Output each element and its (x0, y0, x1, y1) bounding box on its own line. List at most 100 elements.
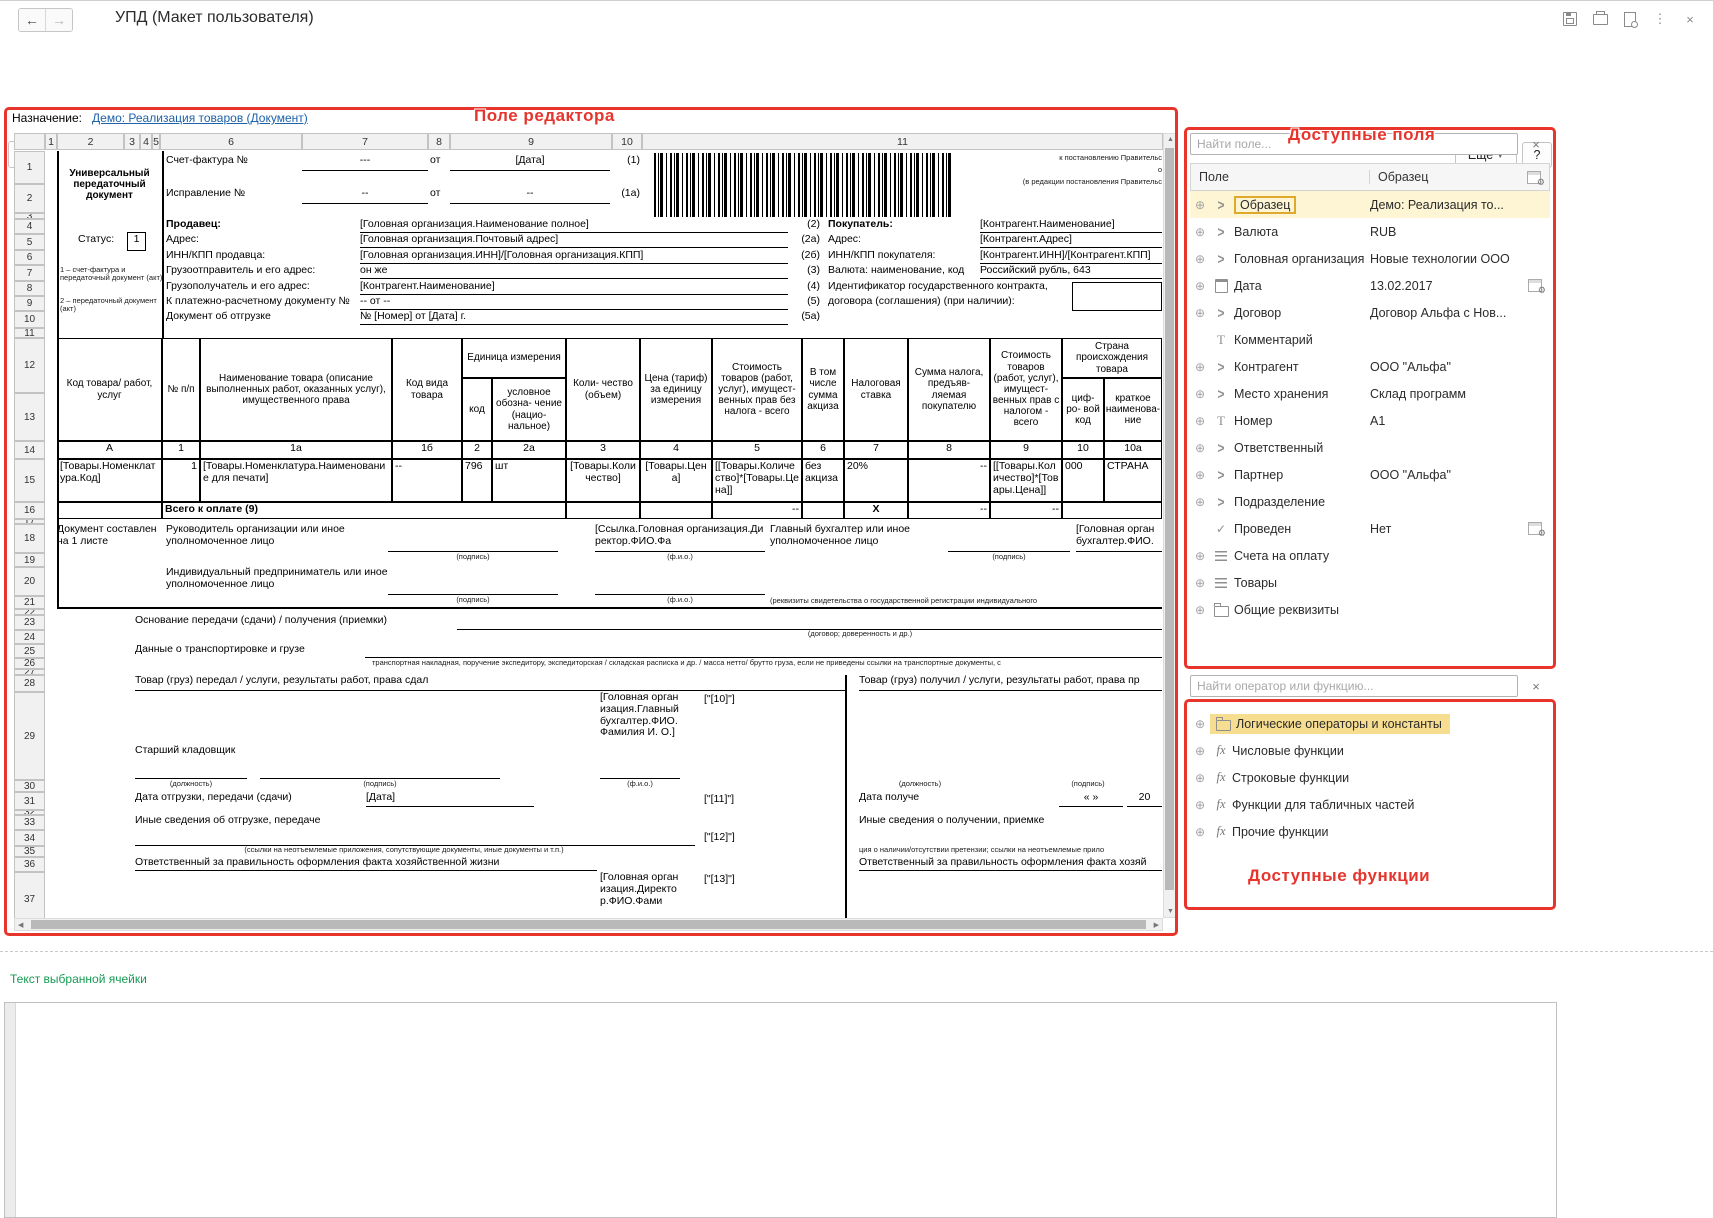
expand-icon[interactable]: ⊕ (1190, 495, 1210, 509)
editor-cell[interactable]: [Дата] (366, 792, 534, 807)
editor-cell[interactable]: [Товары.Количество] (566, 459, 640, 502)
field-row[interactable]: ⊕>ПартнерООО "Альфа" (1190, 461, 1550, 488)
editor-cell[interactable]: (подпись) (1014, 780, 1162, 791)
row-header[interactable]: 29 (14, 692, 45, 780)
row-header[interactable]: 14 (14, 441, 45, 459)
editor-cell[interactable]: о (960, 166, 1162, 177)
expand-icon[interactable]: ⊕ (1190, 798, 1210, 812)
editor-cell[interactable] (802, 502, 844, 519)
spreadsheet-editor[interactable]: 1234567891011123456789101112131415161718… (14, 133, 1163, 926)
expand-icon[interactable]: ⊕ (1190, 771, 1210, 785)
row-header[interactable]: 4 (14, 219, 45, 234)
fields-column-sample[interactable]: Образец (1369, 170, 1519, 184)
column-header[interactable]: 7 (302, 133, 428, 150)
editor-cell[interactable]: (ссылки на неотъемлемые приложения, сопу… (154, 846, 654, 857)
editor-cell[interactable] (457, 615, 1162, 630)
field-row[interactable]: ⊕Товары (1190, 569, 1550, 596)
editor-cell[interactable]: -- (450, 188, 610, 204)
field-settings-icon[interactable] (1528, 522, 1542, 535)
row-header[interactable]: 30 (14, 780, 45, 792)
editor-cell[interactable]: 1 (127, 232, 146, 251)
editor-cell[interactable]: (ф.и.о.) (595, 596, 765, 607)
editor-cell[interactable]: 10 (1062, 441, 1104, 459)
fields-column-field[interactable]: Поле (1191, 170, 1369, 184)
hscroll-thumb[interactable] (31, 920, 1146, 929)
row-header[interactable]: 8 (14, 281, 45, 296)
editor-cell[interactable]: Продавец: (166, 219, 356, 233)
editor-cell[interactable] (365, 644, 1162, 658)
expand-icon[interactable]: ⊕ (1190, 306, 1210, 320)
column-header[interactable]: 9 (450, 133, 612, 150)
editor-cell[interactable]: [Головная организация.ИНН]/[Головная орг… (360, 250, 788, 264)
row-header[interactable]: 6 (14, 250, 45, 265)
editor-cell[interactable]: СТРАНА (1104, 459, 1162, 502)
close-icon[interactable]: × (1681, 11, 1699, 27)
editor-cell[interactable]: 7 (844, 441, 908, 459)
editor-cell[interactable] (654, 153, 954, 217)
editor-cell[interactable]: 20 (1127, 792, 1162, 807)
editor-cell[interactable]: Товар (груз) передал / услуги, результат… (135, 675, 845, 691)
editor-cell[interactable] (57, 502, 162, 519)
function-search-input[interactable] (1190, 675, 1518, 697)
editor-cell[interactable]: Покупатель: (828, 219, 978, 233)
editor-cell[interactable]: (подпись) (948, 553, 1070, 564)
field-row[interactable]: ⊕>Ответственный (1190, 434, 1550, 461)
field-row[interactable]: ⊕>ОбразецДемо: Реализация то... (1190, 191, 1550, 218)
editor-cell[interactable]: Дата получе (859, 792, 971, 807)
editor-cell[interactable]: 1 – счет-фактура и передаточный документ… (60, 266, 163, 296)
field-row[interactable]: ⊕Дата13.02.2017 (1190, 272, 1550, 299)
row-header[interactable]: 9 (14, 296, 45, 311)
field-row[interactable]: ⊕Счета на оплату (1190, 542, 1550, 569)
editor-cell[interactable]: Валюта: наименование, код (828, 265, 978, 279)
editor-cell[interactable]: (подпись) (388, 596, 558, 607)
editor-cell[interactable]: В том числе сумма акциза (802, 338, 844, 441)
editor-cell[interactable]: [Товары.Цена] (640, 459, 712, 502)
editor-cell[interactable]: Иные сведения о получении, приемке (859, 815, 1119, 829)
editor-cell[interactable] (595, 581, 765, 595)
table-settings-icon[interactable] (1527, 171, 1541, 184)
row-header[interactable]: 10 (14, 311, 45, 328)
editor-cell[interactable]: [Контрагент.ИНН]/[Контрагент.КПП] (980, 250, 1162, 264)
row-header[interactable]: 2 (14, 184, 45, 213)
editor-cell[interactable]: Грузополучатель и его адрес: (166, 281, 356, 295)
editor-cell[interactable]: (4) (792, 281, 820, 295)
column-header[interactable]: 6 (160, 133, 302, 150)
expand-icon[interactable]: ⊕ (1190, 225, 1210, 239)
editor-cell[interactable] (640, 502, 712, 519)
editor-cell[interactable]: (должность) (859, 780, 981, 791)
function-row[interactable]: ⊕fxФункции для табличных частей (1190, 791, 1550, 818)
expand-icon[interactable]: ⊕ (1190, 360, 1210, 374)
row-header[interactable]: 34 (14, 830, 45, 846)
editor-cell[interactable]: [[Товары.Количество]*[Товары.Цена]] (990, 459, 1062, 502)
row-header[interactable]: 24 (14, 630, 45, 644)
editor-cell[interactable]: ["[11]"] (704, 794, 762, 807)
editor-cell[interactable]: 6 (802, 441, 844, 459)
editor-cell[interactable]: [Контрагент.Наименование] (980, 219, 1162, 233)
editor-cell[interactable]: 4 (640, 441, 712, 459)
field-row[interactable]: ⊕>Головная организацияНовые технологии О… (1190, 245, 1550, 272)
editor-cell[interactable]: « » (1059, 792, 1123, 807)
editor-cell[interactable]: -- (990, 502, 1062, 519)
editor-cell[interactable] (57, 607, 1162, 609)
expand-icon[interactable]: ⊕ (1190, 468, 1210, 482)
editor-cell[interactable]: ИНН/КПП продавца: (166, 250, 356, 264)
editor-cell[interactable]: код (462, 378, 492, 441)
row-header[interactable]: 18 (14, 524, 45, 553)
editor-cell[interactable]: Адрес: (166, 234, 356, 248)
function-row[interactable]: ⊕fxСтроковые функции (1190, 764, 1550, 791)
editor-cell[interactable]: циф- ро- вой код (1062, 378, 1104, 441)
editor-cell[interactable]: Наименование товара (описание выполненны… (200, 338, 392, 441)
editor-cell[interactable]: ция о наличии/отсутствии претензии; ссыл… (859, 846, 1162, 857)
editor-cell[interactable]: ["[13]"] (704, 874, 762, 887)
column-header[interactable]: 10 (612, 133, 642, 150)
editor-cell[interactable]: Старший кладовщик (135, 745, 247, 779)
editor-cell[interactable]: Стоимость товаров (работ, услуг), имущес… (712, 338, 802, 441)
editor-cell[interactable]: Главный бухгалтер или иное уполномоченно… (770, 524, 945, 552)
editor-cell[interactable]: Статус: (78, 234, 126, 248)
row-header[interactable]: 19 (14, 553, 45, 567)
editor-cell[interactable]: 5 (712, 441, 802, 459)
column-header[interactable] (14, 133, 45, 150)
expand-icon[interactable]: ⊕ (1190, 744, 1210, 758)
editor-cell[interactable]: [Товары.Номенклатура.Наименование для пе… (200, 459, 392, 502)
expand-icon[interactable]: ⊕ (1190, 441, 1210, 455)
